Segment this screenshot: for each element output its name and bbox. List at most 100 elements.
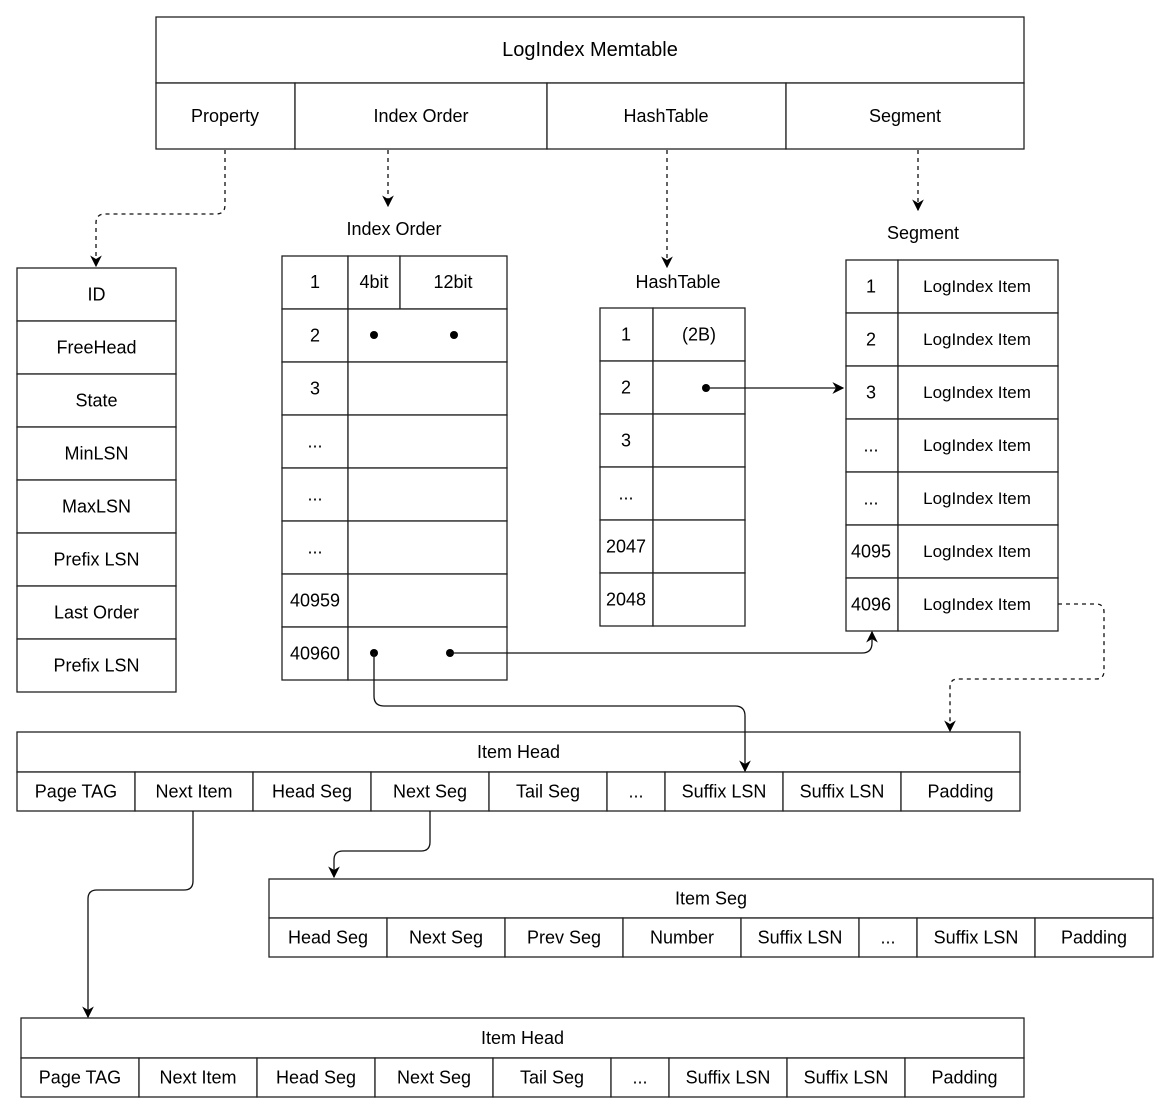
struct-field-label: Head Seg xyxy=(272,782,352,802)
index-order-key: 40960 xyxy=(290,644,340,664)
property-field-label: MaxLSN xyxy=(62,497,131,517)
memtable: LogIndex Memtable Property Index Order H… xyxy=(155,16,1025,150)
index-order-key: 2 xyxy=(310,326,320,346)
struct-field-label: Next Item xyxy=(159,1068,236,1088)
index-order-value-cell xyxy=(347,414,508,469)
item-head-struct-next: Item Head Page TAG Next Item Head Seg Next S… xyxy=(20,1017,1025,1098)
segment-key: 2 xyxy=(866,330,876,350)
segment-key: ... xyxy=(863,489,878,509)
hashtable-value-cell xyxy=(652,519,746,574)
segment-key: 3 xyxy=(866,383,876,403)
struct-field-label: Suffix LSN xyxy=(934,928,1019,948)
struct-field-label: Page TAG xyxy=(39,1068,121,1088)
property-field-label: State xyxy=(75,391,117,411)
struct-field-label: Next Seg xyxy=(409,928,483,948)
index-order-title: Index Order xyxy=(346,219,441,239)
hashtable-key: ... xyxy=(618,484,633,504)
struct-field-label: Suffix LSN xyxy=(682,782,767,802)
hashtable-key: 2048 xyxy=(606,590,646,610)
index-order-key: ... xyxy=(307,485,322,505)
logindex-memtable-diagram: LogIndex Memtable Property Index Order H… xyxy=(16,16,1154,1098)
index-order-table: 1 4bit 12bit 2 3......... 40959 40960 xyxy=(281,255,508,681)
property-to-table-connector xyxy=(90,150,226,268)
struct-field-label: Head Seg xyxy=(288,928,368,948)
segment-key: 4096 xyxy=(851,595,891,615)
struct-field-label: Tail Seg xyxy=(520,1068,584,1088)
segment-key: 1 xyxy=(866,277,876,297)
memtable-title: LogIndex Memtable xyxy=(502,39,678,61)
index-order-key: 1 xyxy=(310,272,320,292)
index-order-key: ... xyxy=(307,432,322,452)
hashtable-key: 1 xyxy=(621,325,631,345)
item-seg-struct: Item Seg Head Seg Next Seg Prev Seg Number Su… xyxy=(268,878,1154,958)
item-head-struct: Item Head Page TAG Next Item Head Seg Next S… xyxy=(16,731,1021,812)
struct-field-label: Prev Seg xyxy=(527,928,601,948)
hashtable-title: HashTable xyxy=(635,272,720,292)
segment-key: ... xyxy=(863,436,878,456)
hashtable-table: 1 (2B) 2 3... 2047 2048 xyxy=(599,307,746,627)
hashtable-key: 3 xyxy=(621,431,631,451)
segment-item-label: LogIndex Item xyxy=(923,436,1031,455)
pointer-dot xyxy=(370,331,378,339)
struct-field-label: Suffix LSN xyxy=(804,1068,889,1088)
struct-field-label: Next Item xyxy=(155,782,232,802)
segment-item-label: LogIndex Item xyxy=(923,489,1031,508)
memtable-field-label: HashTable xyxy=(623,106,708,126)
index-order-key: 40959 xyxy=(290,591,340,611)
hashtable-key: 2 xyxy=(621,378,631,398)
struct-field-label: Suffix LSN xyxy=(686,1068,771,1088)
property-field-label: MinLSN xyxy=(64,444,128,464)
struct-title: Item Head xyxy=(481,1028,564,1048)
property-field-label: Prefix LSN xyxy=(53,656,139,676)
segment-item-label: LogIndex Item xyxy=(923,383,1031,402)
index-to-segment-arrow xyxy=(450,630,878,654)
hashtable-value-cell xyxy=(652,413,746,468)
struct-field-label: Head Seg xyxy=(276,1068,356,1088)
struct-field-label: ... xyxy=(628,782,643,802)
index-order-value-cell xyxy=(347,467,508,522)
pointer-dot xyxy=(450,331,458,339)
memtable-field-label: Property xyxy=(191,106,259,126)
struct-field-label: Padding xyxy=(1061,928,1127,948)
struct-field-label: Next Seg xyxy=(397,1068,471,1088)
property-field-label: ID xyxy=(88,285,106,305)
property-field-label: Prefix LSN xyxy=(53,550,139,570)
segment-item-label: LogIndex Item xyxy=(923,277,1031,296)
property-field-label: FreeHead xyxy=(56,338,136,358)
memtable-field-label: Index Order xyxy=(373,106,468,126)
struct-field-label: Suffix LSN xyxy=(800,782,885,802)
index-order-value-cell xyxy=(347,573,508,628)
segment-title: Segment xyxy=(887,223,959,243)
index-order-value-cell xyxy=(347,361,508,416)
segment-item-label: LogIndex Item xyxy=(923,330,1031,349)
index-order-key: 3 xyxy=(310,379,320,399)
segment-item-label: LogIndex Item xyxy=(923,595,1031,614)
index-order-value-cell xyxy=(347,520,508,575)
struct-field-label: ... xyxy=(880,928,895,948)
struct-field-label: Padding xyxy=(931,1068,997,1088)
segment-table: 1 LogIndex Item 2 LogIndex Item 3 LogIndex It… xyxy=(845,259,1059,632)
hashtable-value-cell xyxy=(652,572,746,627)
segment-item-label: LogIndex Item xyxy=(923,542,1031,561)
hashtable-value: (2B) xyxy=(682,325,716,345)
struct-field-label: Number xyxy=(650,928,714,948)
struct-field-label: Tail Seg xyxy=(516,782,580,802)
struct-title: Item Seg xyxy=(675,889,747,909)
index-order-key: ... xyxy=(307,538,322,558)
hashtable-value-cell xyxy=(652,466,746,521)
struct-field-label: Page TAG xyxy=(35,782,117,802)
property-table: ID FreeHead State MinLSN MaxLSN Prefix LSN Las… xyxy=(16,267,177,693)
struct-title: Item Head xyxy=(477,742,560,762)
index-order-bits-label: 4bit xyxy=(359,272,388,292)
memtable-field-label: Segment xyxy=(869,106,941,126)
next-seg-arrow xyxy=(328,811,431,879)
property-field-label: Last Order xyxy=(54,603,139,623)
next-item-arrow xyxy=(82,811,194,1019)
index-order-bits-label: 12bit xyxy=(433,272,472,292)
struct-field-label: Suffix LSN xyxy=(758,928,843,948)
hashtable-key: 2047 xyxy=(606,537,646,557)
segment-key: 4095 xyxy=(851,542,891,562)
struct-field-label: Padding xyxy=(927,782,993,802)
struct-field-label: ... xyxy=(632,1068,647,1088)
struct-field-label: Next Seg xyxy=(393,782,467,802)
